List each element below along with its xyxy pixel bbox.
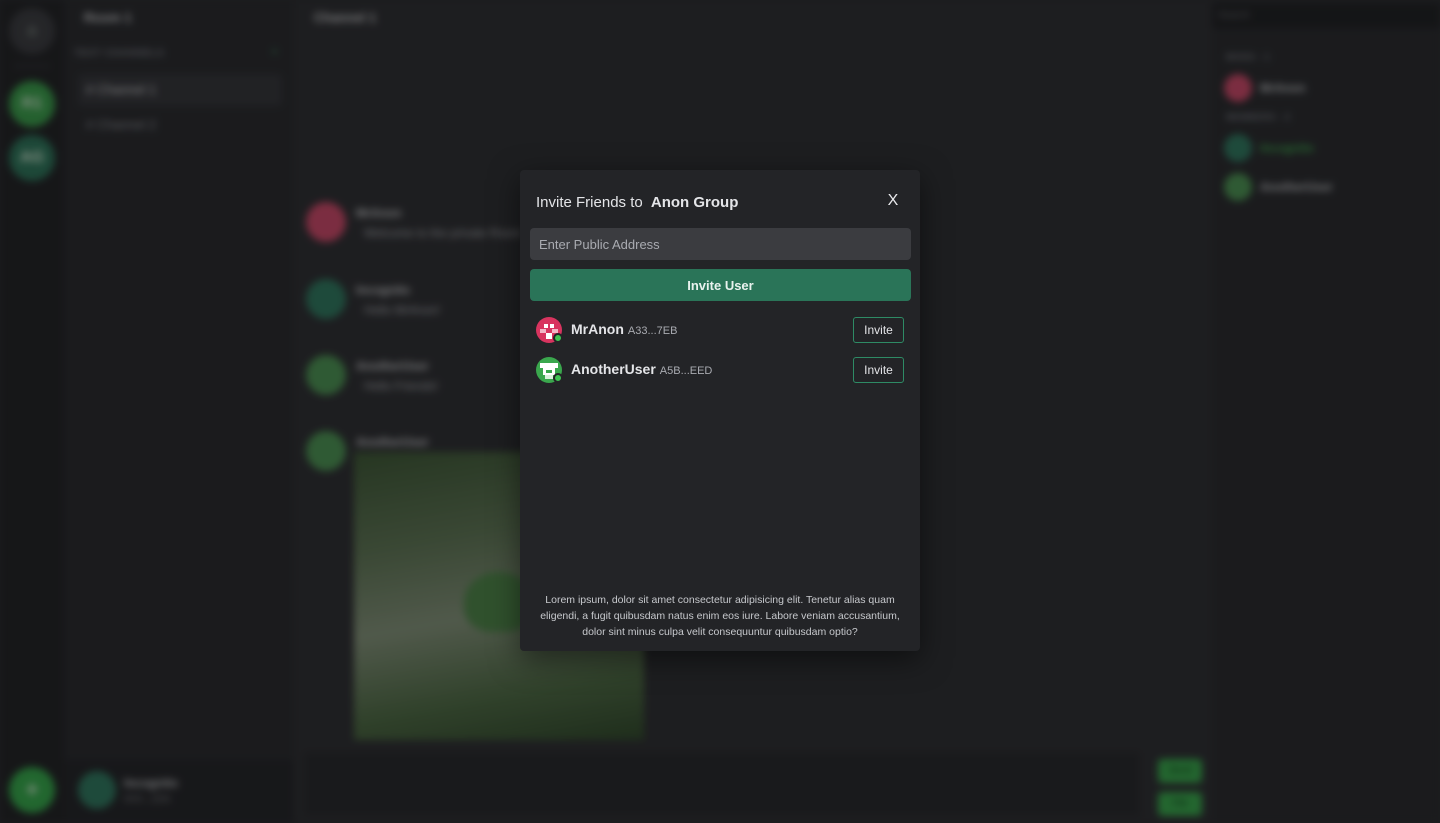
friend-name: MrAnon A33...7EB xyxy=(571,321,677,337)
friend-name-text: AnotherUser xyxy=(571,361,656,377)
invite-button[interactable]: Invite xyxy=(853,317,904,343)
group-name: Anon Group xyxy=(650,194,739,211)
friend-address: A5B...EED xyxy=(659,365,713,377)
close-icon[interactable]: X xyxy=(884,192,902,214)
online-status-icon xyxy=(553,333,563,343)
invite-user-button[interactable]: Invite User xyxy=(530,269,911,301)
modal-title-prefix: Invite Friends to xyxy=(536,194,643,211)
friend-row: MrAnon A33...7EB Invite xyxy=(536,316,904,344)
modal-footer-text: Lorem ipsum, dolor sit amet consectetur … xyxy=(540,594,900,638)
friend-address: A33...7EB xyxy=(627,325,678,337)
friend-name-text: MrAnon xyxy=(571,321,624,337)
invite-friends-modal: Invite Friends to Anon Group X Invite Us… xyxy=(520,170,920,651)
friend-row: AnotherUser A5B...EED Invite xyxy=(536,356,904,384)
friend-name: AnotherUser A5B...EED xyxy=(571,361,712,377)
invite-button[interactable]: Invite xyxy=(853,357,904,383)
public-address-input[interactable] xyxy=(530,228,911,260)
modal-title: Invite Friends to Anon Group xyxy=(536,194,738,211)
online-status-icon xyxy=(553,373,563,383)
